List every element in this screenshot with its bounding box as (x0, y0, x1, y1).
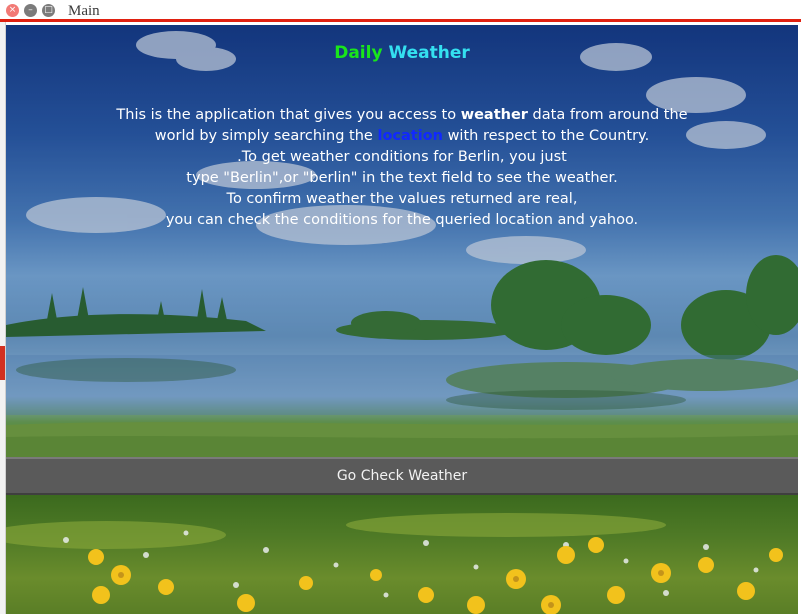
go-check-weather-label: Go Check Weather (336, 468, 468, 484)
background-window-accent (0, 346, 5, 380)
description-line-5: To confirm weather the values returned a… (226, 191, 578, 207)
app-heading: Daily Weather (6, 43, 798, 63)
meadow-background (6, 495, 798, 614)
go-check-weather-button[interactable]: Go Check Weather (6, 457, 798, 495)
description-line-2: world by simply searching the location w… (46, 126, 758, 147)
description-line-3: .To get weather conditions for Berlin, y… (237, 149, 567, 165)
description-weather-emphasis: weather (460, 107, 528, 123)
description-text: with respect to the Country. (442, 128, 650, 144)
description-text: data from around the (527, 107, 688, 123)
minimize-icon[interactable]: – (24, 4, 37, 17)
description-line-6: you can check the conditions for the que… (165, 212, 639, 228)
description-text: This is the application that gives you a… (116, 107, 461, 123)
description-line-4: type "Berlin",or "berlin" in the text fi… (186, 170, 618, 186)
description-text: world by simply searching the (154, 128, 378, 144)
description-location-emphasis: location (377, 128, 443, 144)
landscape-illustration (6, 25, 798, 457)
description-line-1: This is the application that gives you a… (46, 105, 758, 126)
flower-meadow-illustration (6, 513, 783, 614)
main-panel: Daily Weather This is the application th… (6, 25, 798, 614)
heading-weather: Weather (388, 43, 470, 63)
window-title: Main (68, 3, 100, 19)
window-titlebar: × – □ Main (0, 0, 801, 22)
heading-daily: Daily (334, 43, 383, 63)
maximize-icon[interactable]: □ (42, 4, 55, 17)
landscape-background: Daily Weather This is the application th… (6, 25, 798, 457)
app-description: This is the application that gives you a… (46, 105, 758, 231)
close-icon[interactable]: × (6, 4, 19, 17)
